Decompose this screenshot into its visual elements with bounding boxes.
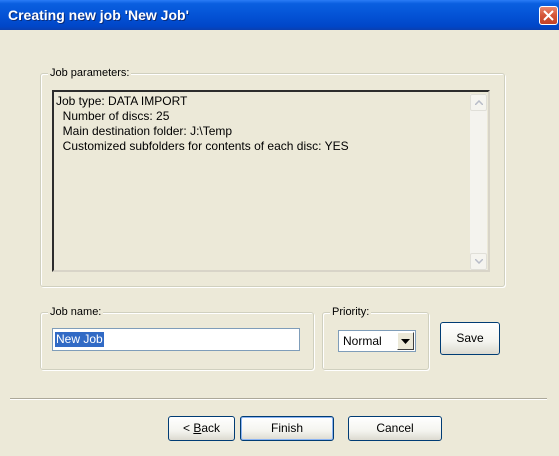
param-line: Job type: DATA IMPORT bbox=[56, 94, 188, 108]
vertical-scrollbar[interactable] bbox=[470, 94, 487, 270]
chevron-down-icon bbox=[475, 259, 483, 264]
job-name-value: New Job bbox=[55, 332, 104, 347]
job-name-legend: Job name: bbox=[48, 306, 104, 319]
priority-legend: Priority: bbox=[330, 306, 372, 319]
finish-button[interactable]: Finish bbox=[240, 416, 334, 441]
priority-dropdown-button[interactable] bbox=[397, 332, 414, 350]
scroll-up-button[interactable] bbox=[470, 94, 487, 111]
priority-select[interactable]: Normal bbox=[338, 330, 416, 352]
cancel-button[interactable]: Cancel bbox=[348, 416, 442, 441]
window-title: Creating new job 'New Job' bbox=[8, 7, 189, 23]
priority-value: Normal bbox=[343, 334, 382, 348]
chevron-up-icon bbox=[475, 100, 483, 105]
back-label: < Back bbox=[182, 421, 221, 435]
param-line: Customized subfolders for contents of ea… bbox=[56, 139, 349, 153]
finish-label: Finish bbox=[270, 421, 303, 435]
param-line: Main destination folder: J:\Temp bbox=[56, 124, 233, 138]
chevron-down-icon bbox=[401, 339, 410, 344]
save-label: Save bbox=[456, 331, 484, 345]
job-parameters-legend: Job parameters: bbox=[48, 67, 132, 80]
cancel-label: Cancel bbox=[376, 421, 414, 435]
separator bbox=[10, 398, 547, 400]
job-parameters-textbox[interactable]: Job type: DATA IMPORT Number of discs: 2… bbox=[52, 90, 490, 272]
close-button[interactable] bbox=[539, 6, 558, 25]
scroll-down-button[interactable] bbox=[470, 253, 487, 270]
save-button[interactable]: Save bbox=[440, 322, 500, 355]
param-line: Number of discs: 25 bbox=[56, 109, 170, 123]
title-bar[interactable]: Creating new job 'New Job' bbox=[0, 0, 559, 30]
job-name-input[interactable]: New Job bbox=[52, 328, 300, 351]
back-button[interactable]: < Back bbox=[168, 416, 235, 441]
close-icon bbox=[543, 10, 554, 21]
job-parameters-text: Job type: DATA IMPORT Number of discs: 2… bbox=[56, 94, 349, 154]
